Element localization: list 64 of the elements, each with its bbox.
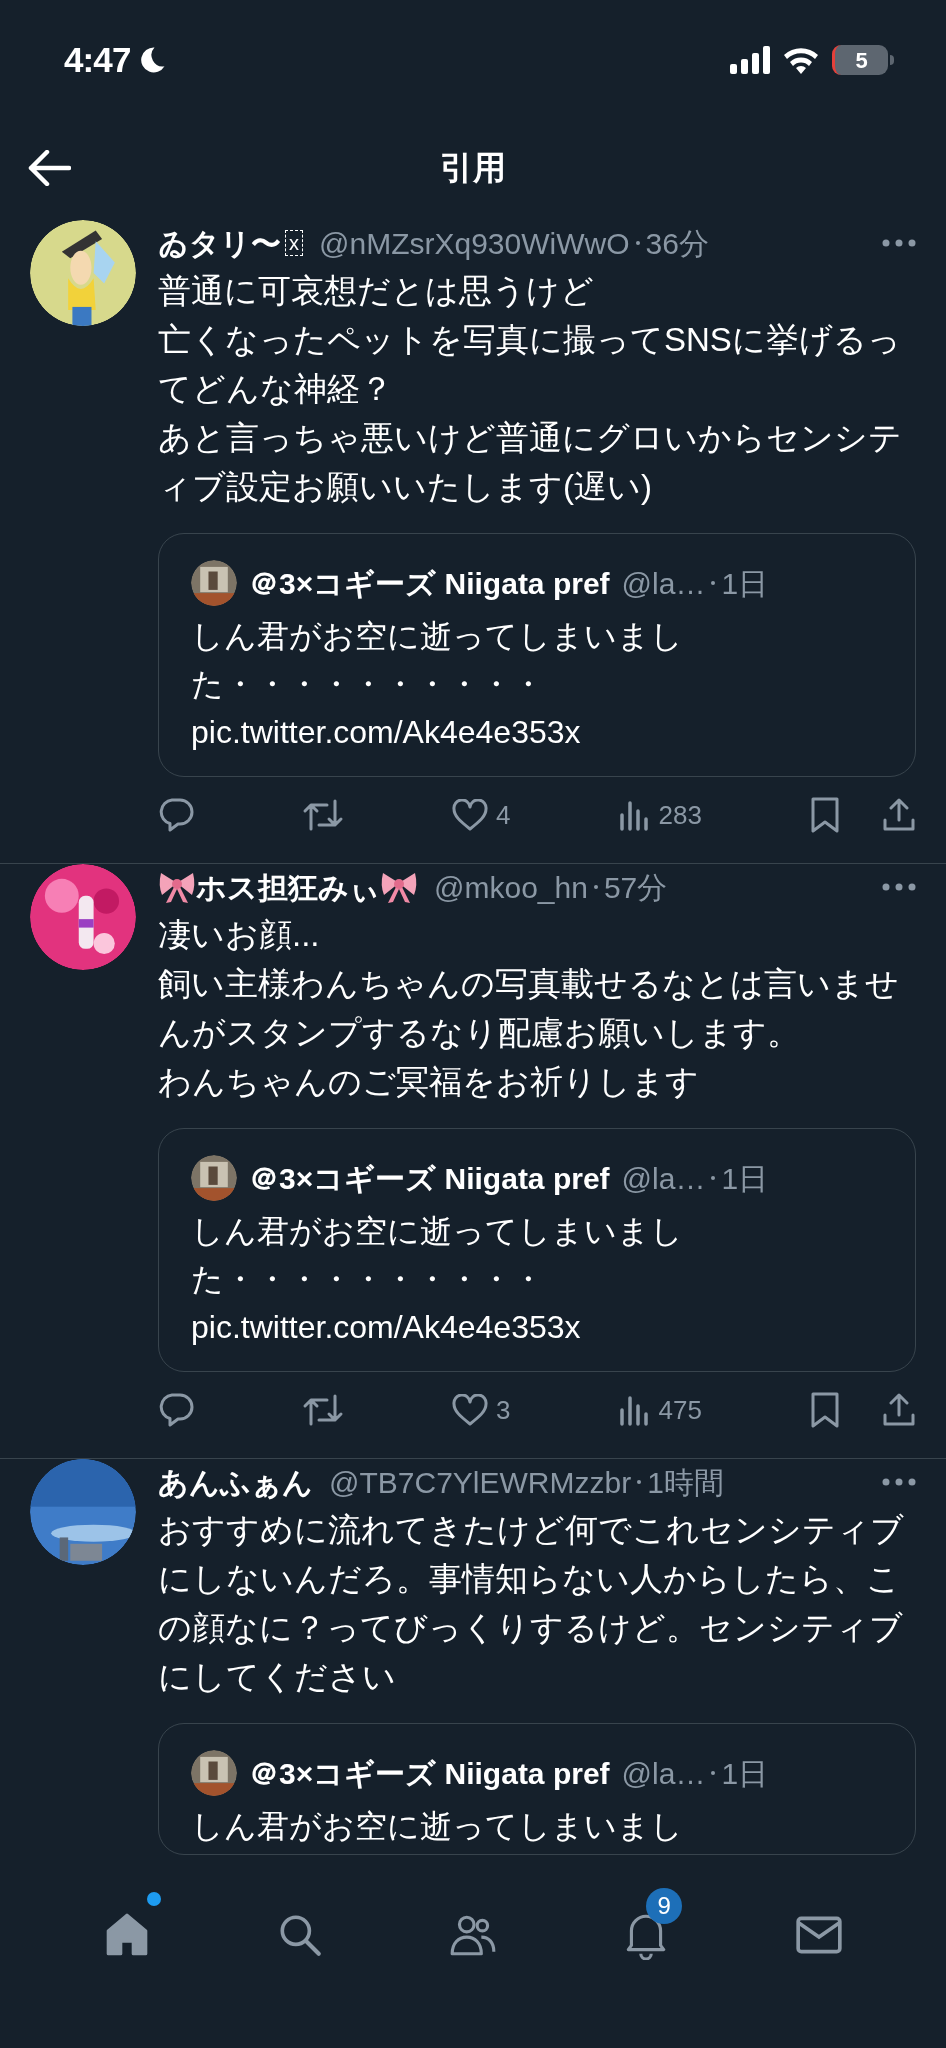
quoted-user-handle: @la… — [621, 565, 706, 602]
signal-icon — [730, 46, 770, 74]
quoted-post-card[interactable]: ＠3×コギーズ Niigata pref @la… 1日 しん君がお空に逝ってしまいました・・・・・・・・・・ pic.twitter.com/Ak4e4e353x — [158, 1128, 916, 1372]
like-button[interactable]: 4 — [452, 793, 511, 837]
quoted-post-text: しん君がお空に逝ってしまいました・・・・・・・・・・ pic.twitter.com/Ak4e4e353x — [191, 617, 684, 752]
quoted-post-time: 1日 — [721, 1755, 769, 1792]
post-text: おすすめに流れてきたけど何でこれセンシティブにしないんだろ。事情知らない人からしたら、この顔なに？ってびっくりするけど。センシティブにしてください — [158, 1510, 905, 1697]
views-button[interactable]: 283 — [618, 793, 702, 837]
post-text: 飼い主様わんちゃんの写真載せるなとは言いませんがスタンプするなり配慮お願いします。 — [158, 964, 900, 1053]
quoted-post-text: しん君がお空に逝ってしまいました・・・・・・・・・・ pic.twitter.com/Ak4e4e353x — [191, 1212, 684, 1347]
post-text: 凄いお顔... — [158, 915, 321, 955]
quoted-post-card[interactable]: ＠3×コギーズ Niigata pref @la… 1日 しん君がお空に逝ってしまいまし — [158, 1723, 916, 1855]
like-count: 3 — [496, 1393, 511, 1427]
user-handle: @nMZsrXq930WiWwO — [319, 225, 630, 262]
like-count: 4 — [496, 798, 511, 832]
views-icon — [618, 1394, 651, 1426]
like-button[interactable]: 3 — [452, 1388, 511, 1432]
post-time: 1時間 — [647, 1464, 724, 1501]
views-button[interactable]: 475 — [618, 1388, 702, 1432]
back-button[interactable] — [26, 148, 72, 188]
bookmark-icon — [810, 1392, 840, 1428]
notifications-tab[interactable]: 9 — [604, 1888, 689, 1968]
quoted-user-handle: @la… — [621, 1755, 706, 1792]
post-text: 亡くなったペットを写真に撮ってSNSに挙げるってどんな神経？ — [158, 320, 902, 409]
page-title: 引用 — [440, 148, 506, 189]
share-icon — [882, 798, 916, 832]
quoted-post-text: しん君がお空に逝ってしまいまし — [191, 1807, 684, 1846]
bookmark-icon — [810, 797, 840, 833]
quoted-post-time: 1日 — [721, 565, 769, 602]
post-text: わんちゃんのご冥福をお祈りします — [158, 1062, 700, 1102]
post-text: 普通に可哀想だとは思うけど — [158, 271, 595, 311]
post-time: 36分 — [645, 225, 709, 262]
retweet-icon — [302, 799, 345, 831]
notification-badge: 9 — [646, 1888, 683, 1924]
status-time: 4:47 — [64, 38, 131, 81]
display-name: ホス担狂みぃ — [196, 869, 380, 906]
user-handle: @TB7C7YlEWRMzzbr — [329, 1464, 632, 1501]
like-icon — [452, 799, 489, 831]
like-icon — [452, 1394, 489, 1426]
display-name: ゐタリ〜 — [158, 225, 281, 262]
quoted-display-name: ＠3×コギーズ Niigata pref — [249, 1755, 610, 1792]
quoted-display-name: ＠3×コギーズ Niigata pref — [249, 1160, 610, 1197]
quoted-display-name: ＠3×コギーズ Niigata pref — [249, 565, 610, 602]
more-icon[interactable] — [882, 239, 916, 247]
display-name: あんふぁん — [158, 1464, 313, 1502]
share-icon — [882, 1393, 916, 1427]
more-icon[interactable] — [882, 883, 916, 891]
more-icon[interactable] — [882, 1478, 916, 1486]
post-time: 57分 — [603, 869, 668, 906]
reply-icon — [158, 1393, 194, 1427]
quoted-user-handle: @la… — [621, 1160, 706, 1197]
battery-level: 5 — [855, 46, 868, 75]
post-text: あと言っちゃ悪いけど普通にグロいからセンシティブ設定お願いいたします(遅い) — [158, 418, 903, 507]
views-count: 283 — [658, 798, 702, 832]
missing-glyph-box: x — [285, 230, 303, 256]
views-count: 475 — [658, 1393, 702, 1427]
user-handle: @mkoo_hn — [434, 869, 588, 906]
retweet-icon — [302, 1394, 345, 1426]
views-icon — [618, 799, 651, 831]
quoted-post-time: 1日 — [721, 1160, 769, 1197]
quoted-post-card[interactable]: ＠3×コギーズ Niigata pref @la… 1日 しん君がお空に逝ってしまいました・・・・・・・・・・ pic.twitter.com/Ak4e4e353x — [158, 533, 916, 777]
battery-tip — [890, 55, 894, 65]
wifi-icon — [782, 46, 820, 74]
reply-icon — [158, 798, 194, 832]
